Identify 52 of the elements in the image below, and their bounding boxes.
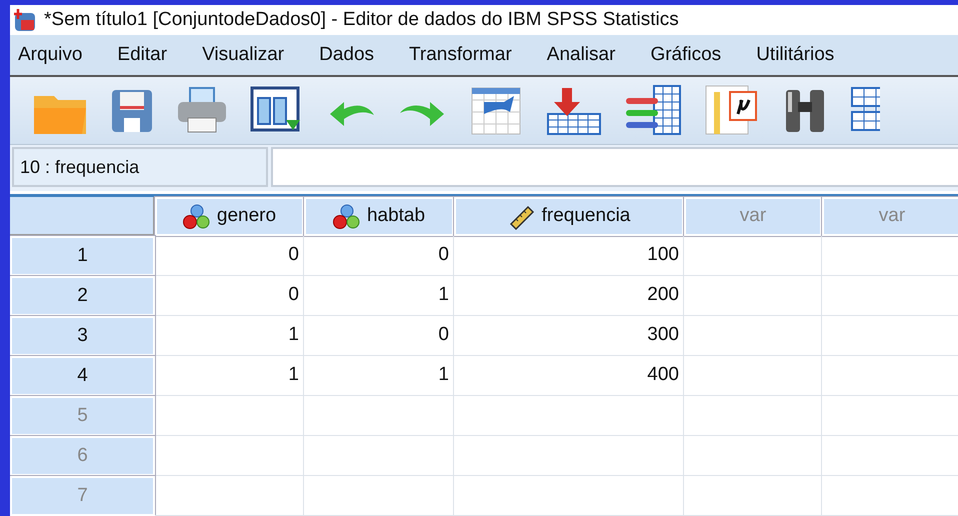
table-cell[interactable]	[454, 476, 684, 516]
table-cell[interactable]	[684, 476, 822, 516]
table-cell[interactable]: 1	[304, 276, 454, 316]
menu-item[interactable]: Visualizar	[194, 40, 292, 70]
menu-item[interactable]: Editar	[109, 40, 176, 70]
row-header[interactable]: 1	[10, 236, 155, 276]
table-cell[interactable]: 100	[454, 236, 684, 276]
table-cell[interactable]	[304, 476, 454, 516]
table-cell[interactable]	[684, 236, 822, 276]
column-header[interactable]: frequencia	[454, 197, 684, 236]
table-cell[interactable]	[684, 436, 822, 476]
row-header[interactable]: 3	[10, 316, 155, 356]
menu-item[interactable]: Transformar	[401, 40, 520, 70]
row-header[interactable]: 4	[10, 356, 155, 396]
table-cell[interactable]: 1	[155, 356, 304, 396]
table-cell[interactable]	[155, 476, 304, 516]
row-header[interactable]: 2	[10, 276, 155, 316]
table-cell[interactable]	[454, 436, 684, 476]
app-icon	[12, 8, 36, 32]
column-header[interactable]: habtab	[304, 197, 454, 236]
table-cell[interactable]: 200	[454, 276, 684, 316]
table-cell[interactable]	[684, 396, 822, 436]
table-cell[interactable]	[155, 396, 304, 436]
table-cell[interactable]	[684, 316, 822, 356]
menu-item[interactable]: Gráficos	[642, 40, 730, 70]
corner-cell[interactable]	[10, 197, 155, 236]
nominal-measure-icon	[332, 204, 361, 230]
table-cell[interactable]: 0	[155, 276, 304, 316]
window-title: *Sem título1 [ConjuntodeDados0] - Editor de dados do IBM SPSS Statistics	[44, 8, 679, 32]
cell-editor-field[interactable]	[271, 147, 958, 187]
table-cell[interactable]: 1	[155, 316, 304, 356]
table-cell[interactable]: 400	[454, 356, 684, 396]
table-cell[interactable]	[454, 396, 684, 436]
menu-item[interactable]: Arquivo	[10, 40, 90, 70]
table-cell[interactable]: 1	[304, 356, 454, 396]
table-cell[interactable]	[155, 436, 304, 476]
table-cell[interactable]: 300	[454, 316, 684, 356]
nominal-measure-icon	[182, 204, 211, 230]
table-cell[interactable]: 0	[304, 316, 454, 356]
menu-item[interactable]: Dados	[311, 40, 382, 70]
table-cell[interactable]	[684, 276, 822, 316]
menu-item[interactable]: Utilitários	[748, 40, 842, 70]
ruler-icon	[508, 204, 536, 230]
table-cell[interactable]	[304, 396, 454, 436]
column-header[interactable]: genero	[155, 197, 304, 236]
menu-item[interactable]: Analisar	[538, 40, 624, 70]
table-cell[interactable]	[304, 436, 454, 476]
cell-reference: 10 : frequencia	[12, 147, 268, 187]
variable-list-icon[interactable]	[624, 84, 682, 138]
table-cell[interactable]	[684, 356, 822, 396]
table-cell[interactable]: 0	[155, 236, 304, 276]
table-cell[interactable]: 0	[304, 236, 454, 276]
